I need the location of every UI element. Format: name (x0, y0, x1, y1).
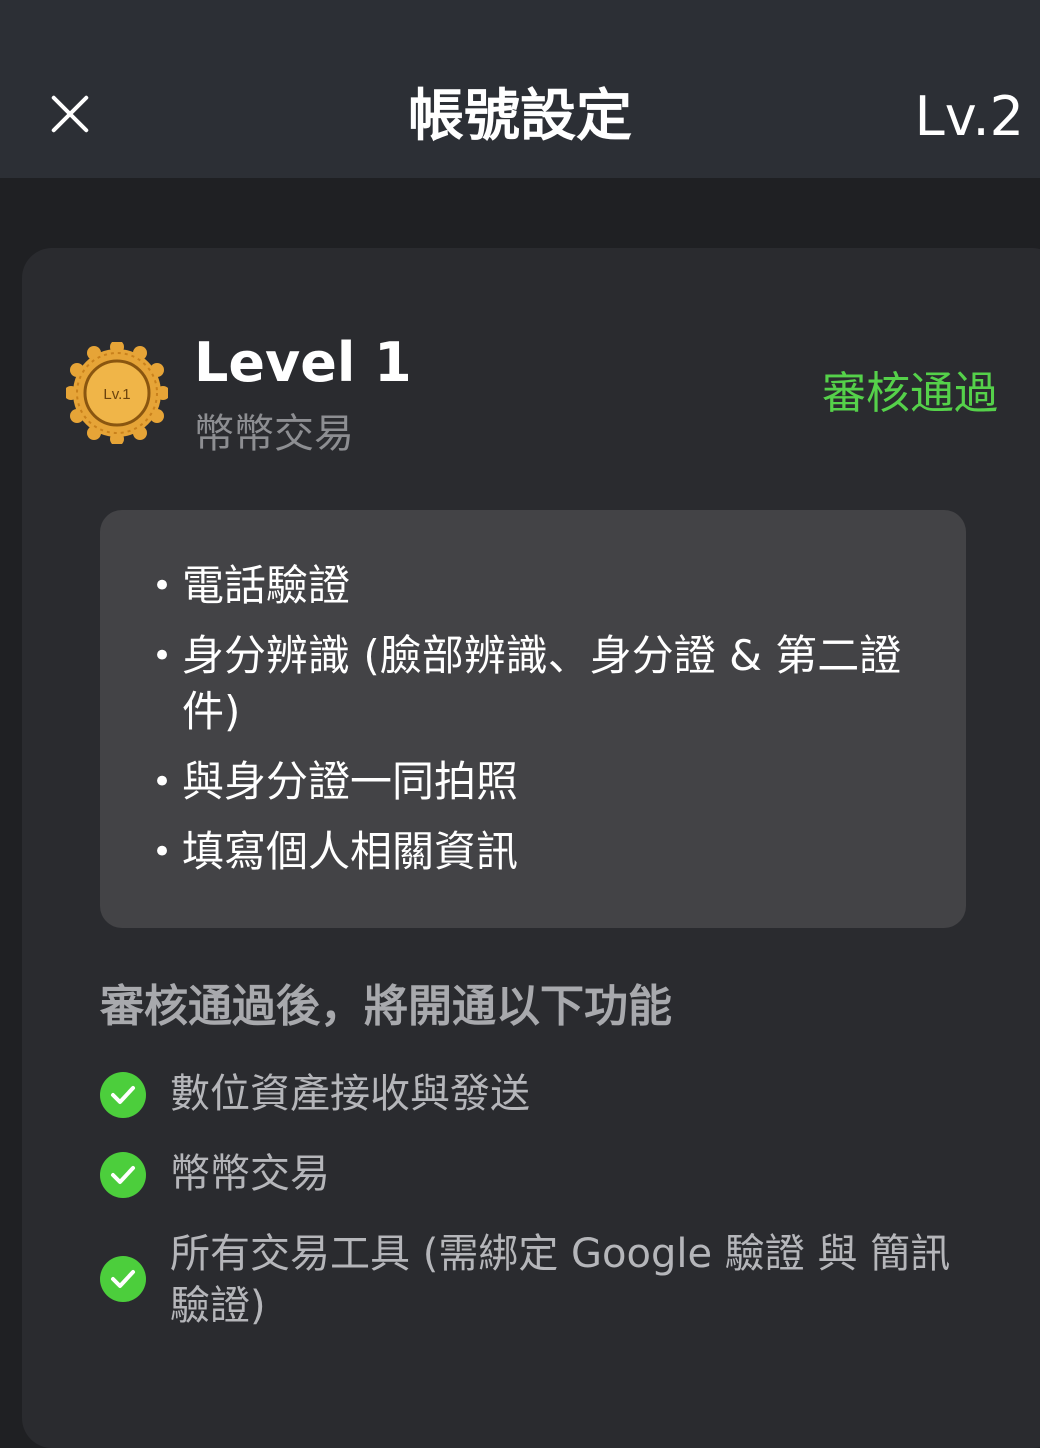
bullet-icon: • (152, 762, 173, 802)
feature-text: 所有交易工具 (需綁定 Google 驗證 與 簡訊驗證) (170, 1231, 951, 1329)
level-title: Level 1 (194, 331, 412, 394)
requirement-item: • 與身分證一同拍照 (146, 754, 926, 810)
feature-text: 數位資產接收與發送 (170, 1071, 530, 1117)
header-bar: 帳號設定 Lv.2 (0, 0, 1040, 178)
status-badge: 審核通過 (822, 368, 998, 419)
check-circle-icon (100, 1072, 146, 1118)
features-heading: 審核通過後，將開通以下功能 (100, 981, 672, 1032)
bullet-icon: • (152, 636, 173, 676)
requirement-text: 填寫個人相關資訊 (182, 827, 519, 876)
bullet-icon: • (152, 566, 173, 606)
requirement-item: • 電話驗證 (146, 558, 926, 614)
requirement-item: • 身分辨識 (臉部辨識、身分證 & 第二證件) (146, 628, 926, 740)
level-subtitle: 幣幣交易 (194, 411, 354, 457)
bullet-icon: • (152, 832, 173, 872)
requirement-text: 與身分證一同拍照 (182, 757, 519, 806)
check-circle-icon (100, 1152, 146, 1198)
requirement-item: • 填寫個人相關資訊 (146, 824, 926, 880)
check-circle-icon (100, 1256, 146, 1302)
requirements-box: • 電話驗證 • 身分辨識 (臉部辨識、身分證 & 第二證件) • 與身分證一同… (100, 510, 966, 928)
feature-text: 幣幣交易 (170, 1151, 330, 1197)
current-level-label: Lv.2 (914, 85, 1024, 148)
page-title: 帳號設定 (408, 84, 632, 149)
requirements-list: • 電話驗證 • 身分辨識 (臉部辨識、身分證 & 第二證件) • 與身分證一同… (146, 558, 926, 894)
requirement-text: 身分辨識 (臉部辨識、身分證 & 第二證件) (182, 631, 902, 736)
badge-label: Lv.1 (103, 386, 130, 403)
level-badge-icon: Lv.1 (64, 340, 170, 446)
requirement-text: 電話驗證 (182, 561, 351, 610)
